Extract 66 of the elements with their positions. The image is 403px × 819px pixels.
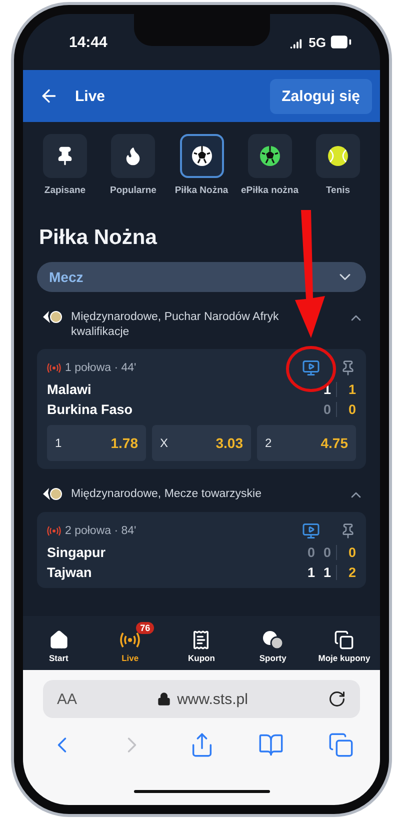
team-name: Tajwan (47, 565, 93, 580)
category-label: Popularne (110, 185, 156, 196)
league-title: Międzynarodowe, Puchar Narodów Afryk kwalifikacje (71, 310, 280, 340)
count-badge: 76 (136, 622, 154, 634)
odds-button[interactable]: 2 4.75 (257, 425, 356, 461)
tv-play-icon[interactable] (302, 522, 320, 540)
soccer-ball-icon (190, 145, 212, 167)
total-score: 0 (336, 545, 356, 560)
period-score: 0 (322, 402, 331, 417)
sports-balls-icon (262, 630, 284, 650)
tv-play-icon[interactable] (302, 359, 320, 377)
category-label: Tenis (326, 185, 350, 196)
nav-item[interactable]: Live 76 (96, 622, 164, 664)
team-name: Burkina Faso (47, 402, 134, 417)
book-icon[interactable] (258, 732, 284, 758)
odds-button[interactable]: 1 1.78 (47, 425, 146, 461)
filter-dropdown[interactable]: Mecz (37, 262, 366, 292)
period-score: 0 (322, 545, 331, 560)
stacked-tickets-icon (334, 630, 354, 650)
total-score: 2 (336, 565, 356, 580)
total-score: 1 (336, 382, 356, 397)
period-score: 1 (322, 565, 331, 580)
tennis-ball-icon (327, 145, 349, 167)
home-icon (48, 630, 69, 650)
category-label: Zapisane (44, 185, 86, 196)
text-size-button[interactable]: AA (57, 690, 78, 708)
login-button[interactable]: Zaloguj się (270, 78, 372, 114)
period-score: 0 (306, 545, 315, 560)
odds-button[interactable]: X 3.03 (152, 425, 251, 461)
globe-icon (41, 310, 63, 324)
total-score: 0 (336, 402, 356, 417)
receipt-icon (191, 630, 212, 650)
category-label: ePiłka nożna (240, 185, 299, 196)
tabs-icon[interactable] (328, 732, 354, 758)
network-label: 5G (308, 34, 326, 50)
status-time: 14:44 (69, 34, 108, 50)
url-text: www.sts.pl (177, 690, 248, 708)
category-tile[interactable] (43, 134, 87, 178)
broadcast-icon (119, 630, 142, 650)
league-title: Międzynarodowe, Mecze towarzyskie (71, 487, 262, 502)
nav-item[interactable]: Moje kupony (310, 622, 378, 664)
soccer-ball-icon (258, 145, 281, 167)
team-name: Malawi (47, 382, 92, 397)
period-score: 1 (306, 565, 315, 580)
section-title: Piłka Nożna (39, 226, 158, 250)
team-name: Singapur (47, 545, 107, 560)
category-tile[interactable] (111, 134, 156, 178)
page-title: Live (75, 88, 106, 104)
live-signal-icon (47, 526, 61, 536)
circle-annotation (285, 345, 337, 393)
nav-item[interactable]: Start (24, 622, 93, 664)
globe-icon (41, 487, 63, 501)
pin-icon[interactable] (340, 523, 356, 539)
nav-item[interactable]: Kupon (167, 622, 236, 664)
match-period: 1 połowa · 44' (65, 362, 138, 374)
address-bar[interactable]: AA www.sts.pl (43, 680, 360, 718)
lock-icon (157, 692, 172, 706)
category-tile[interactable] (316, 134, 360, 178)
reload-icon[interactable] (328, 690, 346, 708)
match-period: 2 połowa · 84' (65, 525, 138, 537)
category-tile[interactable] (180, 134, 224, 178)
category-label: Piłka Nożna (174, 185, 228, 196)
category-tile[interactable] (248, 134, 292, 178)
nav-item[interactable]: Sporty (238, 622, 307, 664)
live-signal-icon (47, 363, 61, 373)
pin-icon[interactable] (340, 360, 356, 376)
